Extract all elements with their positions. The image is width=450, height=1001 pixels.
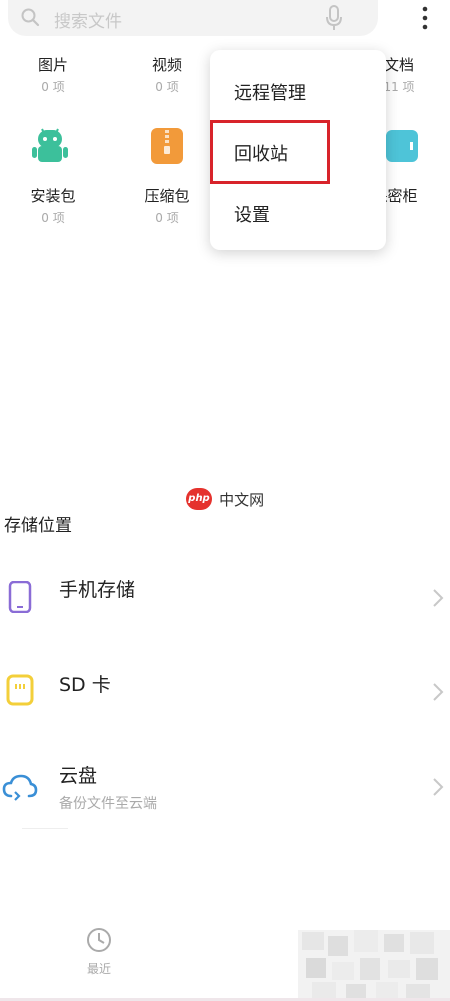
category-label: 压缩包: [144, 187, 190, 205]
category-label: 图片: [37, 56, 68, 74]
category-apk[interactable]: 安装包 0 项: [8, 185, 98, 226]
category-count: 0 项: [155, 80, 179, 94]
cloud-icon: [2, 774, 38, 801]
category-count: 0 项: [41, 211, 65, 225]
tab-recent[interactable]: 最近: [64, 926, 134, 977]
storage-label: 手机存储: [59, 579, 136, 601]
php-logo: php: [186, 488, 212, 510]
category-archives[interactable]: 压缩包 0 项: [122, 185, 212, 226]
menu-item-settings[interactable]: 设置: [234, 201, 270, 227]
storage-subtitle: 备份文件至云端: [59, 796, 157, 812]
chevron-right-icon: [433, 589, 444, 607]
category-label: 安装包: [30, 187, 76, 205]
chevron-right-icon: [433, 683, 444, 701]
search-bar[interactable]: 搜索文件: [8, 0, 378, 36]
category-videos[interactable]: 视频 0 项: [122, 54, 212, 95]
category-count: 0 项: [155, 211, 179, 225]
highlight-box: [210, 120, 330, 184]
storage-item-sd-card[interactable]: SD 卡: [0, 660, 450, 730]
category-count: 0 项: [41, 80, 65, 94]
watermark-text: 中文网: [219, 490, 265, 509]
site-watermark: php 中文网: [186, 488, 264, 512]
chevron-right-icon: [433, 778, 444, 796]
clock-icon: [87, 928, 111, 952]
sd-card-icon: [6, 674, 34, 706]
search-placeholder[interactable]: 搜索文件: [54, 7, 122, 32]
menu-item-remote-management[interactable]: 远程管理: [234, 79, 306, 105]
microphone-icon[interactable]: [324, 4, 344, 32]
divider: [22, 828, 68, 829]
storage-item-phone[interactable]: 手机存储: [0, 565, 450, 635]
category-label: 视频: [151, 56, 182, 74]
search-icon: [21, 8, 40, 27]
category-images[interactable]: 图片 0 项: [8, 54, 98, 95]
storage-label: 云盘: [59, 765, 98, 787]
storage-label: SD 卡: [59, 674, 111, 696]
zip-archive-icon: [151, 128, 183, 164]
phone-icon: [8, 581, 32, 613]
storage-section-title: 存储位置: [4, 516, 72, 536]
more-options-icon[interactable]: [415, 4, 435, 32]
tab-label: 最近: [86, 962, 111, 976]
pixelated-area: [298, 930, 450, 1001]
android-apk-icon: [32, 128, 68, 162]
storage-item-cloud[interactable]: 云盘 备份文件至云端: [0, 755, 450, 825]
safe-box-icon: [386, 130, 418, 162]
